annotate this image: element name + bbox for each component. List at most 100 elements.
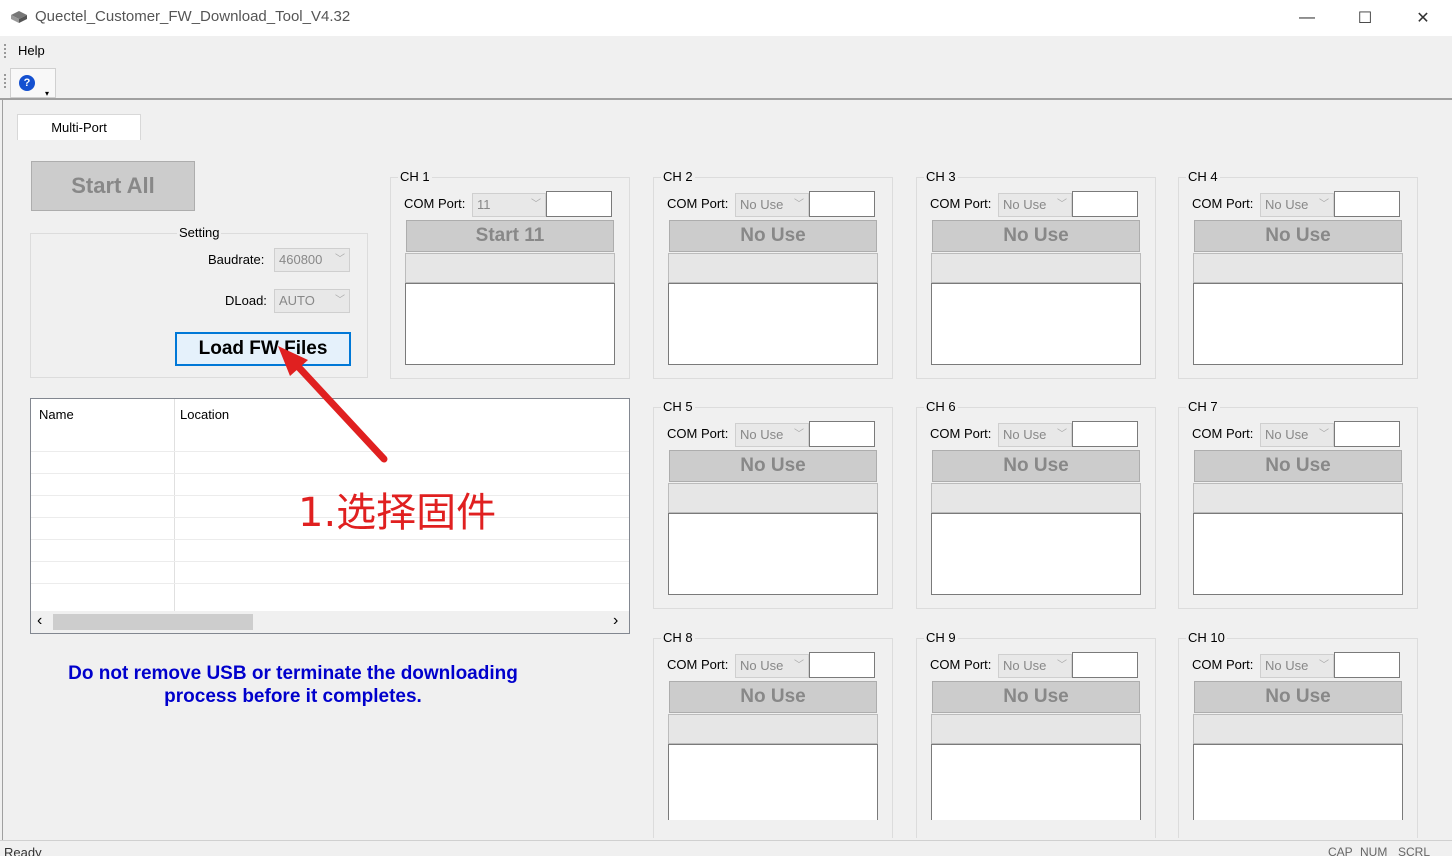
com-port-input[interactable] (1334, 652, 1400, 678)
chevron-down-icon: ﹀ (1057, 199, 1067, 210)
baudrate-select[interactable]: 460800 ﹀ (274, 248, 350, 272)
toolbar: ? ▾ (0, 64, 1452, 100)
channel-label: CH 10 (1186, 630, 1227, 645)
com-port-input[interactable] (1072, 421, 1138, 447)
menu-grip (4, 44, 6, 58)
com-port-label: COM Port: (1192, 657, 1254, 672)
channel-start-button[interactable]: No Use (932, 220, 1140, 252)
com-port-select[interactable]: No Use ﹀ (1260, 654, 1334, 678)
com-port-select[interactable]: No Use ﹀ (998, 654, 1072, 678)
chevron-down-icon: ﹀ (794, 429, 804, 440)
channel-log[interactable] (931, 513, 1141, 595)
setting-title: Setting (177, 225, 222, 240)
channel-start-button[interactable]: No Use (1194, 450, 1402, 482)
com-port-select[interactable]: No Use ﹀ (735, 193, 809, 217)
com-port-input[interactable] (809, 191, 875, 217)
channel-start-button[interactable]: No Use (932, 450, 1140, 482)
channel-log[interactable] (668, 283, 878, 365)
channel-log[interactable] (405, 283, 615, 365)
channel-start-button[interactable]: No Use (1194, 220, 1402, 252)
table-row (31, 561, 629, 562)
channel-log[interactable] (931, 283, 1141, 365)
com-port-select[interactable]: No Use ﹀ (998, 193, 1072, 217)
annotation-label: 1.选择固件 (298, 490, 497, 536)
channel-label: CH 2 (661, 169, 695, 184)
scroll-thumb[interactable] (53, 614, 253, 630)
com-port-input[interactable] (809, 421, 875, 447)
chevron-down-icon: ﹀ (335, 295, 345, 306)
chevron-down-icon: ﹀ (1057, 429, 1067, 440)
table-row (31, 451, 629, 452)
maximize-button[interactable]: ☐ (1342, 4, 1388, 32)
com-port-input[interactable] (1334, 191, 1400, 217)
com-port-select[interactable]: No Use ﹀ (1260, 423, 1334, 447)
com-port-select[interactable]: No Use ﹀ (998, 423, 1072, 447)
com-port-value: No Use (1003, 427, 1047, 442)
channel-start-button[interactable]: Start 11 (406, 220, 614, 252)
com-port-value: No Use (1003, 197, 1047, 212)
com-port-input[interactable] (809, 652, 875, 678)
com-port-select[interactable]: No Use ﹀ (735, 423, 809, 447)
channel-log[interactable] (668, 513, 878, 595)
channel-log[interactable] (1193, 744, 1403, 820)
channel-log[interactable] (1193, 283, 1403, 365)
com-port-input[interactable] (1072, 652, 1138, 678)
channel-progress-bar (405, 253, 615, 283)
chevron-down-icon: ﹀ (335, 254, 345, 265)
start-all-button[interactable]: Start All (31, 161, 195, 211)
chevron-down-icon: ﹀ (794, 199, 804, 210)
channel-log[interactable] (931, 744, 1141, 820)
status-bar: Ready CAP NUM SCRL (0, 840, 1452, 856)
channel-start-button[interactable]: No Use (669, 681, 877, 713)
chevron-down-icon: ﹀ (1319, 429, 1329, 440)
channel-label: CH 8 (661, 630, 695, 645)
column-name[interactable]: Name (39, 407, 74, 422)
com-port-input[interactable] (1072, 191, 1138, 217)
column-location[interactable]: Location (180, 407, 229, 422)
com-port-label: COM Port: (404, 196, 466, 211)
table-row (31, 583, 629, 584)
com-port-label: COM Port: (1192, 426, 1254, 441)
horizontal-scrollbar[interactable]: ‹ › (31, 611, 629, 633)
tab-multi-port[interactable]: Multi-Port (17, 114, 141, 140)
channel-label: CH 7 (1186, 399, 1220, 414)
com-port-value: No Use (1003, 658, 1047, 673)
com-port-select[interactable]: 11 ﹀ (472, 193, 546, 217)
channel-start-button[interactable]: No Use (669, 220, 877, 252)
com-port-value: No Use (1265, 658, 1309, 673)
com-port-label: COM Port: (667, 196, 729, 211)
channel-start-button[interactable]: No Use (1194, 681, 1402, 713)
channel-label: CH 9 (924, 630, 958, 645)
com-port-select[interactable]: No Use ﹀ (735, 654, 809, 678)
load-fw-files-button[interactable]: Load FW Files (175, 332, 351, 366)
title-bar: Quectel_Customer_FW_Download_Tool_V4.32 … (0, 0, 1452, 36)
channel-start-button[interactable]: No Use (932, 681, 1140, 713)
com-port-input[interactable] (1334, 421, 1400, 447)
client-area: Multi-Port Start All Setting Baudrate: 4… (2, 100, 1452, 840)
close-button[interactable]: ✕ (1400, 4, 1446, 32)
channel-log[interactable] (1193, 513, 1403, 595)
dload-select[interactable]: AUTO ﹀ (274, 289, 350, 313)
chevron-down-icon[interactable]: ▾ (45, 89, 49, 98)
channel-label: CH 1 (398, 169, 432, 184)
scroll-left-icon[interactable]: ‹ (37, 612, 42, 630)
status-text: Ready (4, 845, 42, 856)
minimize-button[interactable]: — (1284, 4, 1330, 32)
channel-progress-bar (931, 253, 1141, 283)
toolbar-help-button[interactable]: ? ▾ (10, 68, 56, 98)
toolbar-grip (4, 74, 6, 88)
channel-progress-bar (1193, 483, 1403, 513)
channel-start-button[interactable]: No Use (669, 450, 877, 482)
com-port-value: No Use (1265, 197, 1309, 212)
channel-log[interactable] (668, 744, 878, 820)
table-row (31, 539, 629, 540)
chevron-down-icon: ﹀ (1057, 660, 1067, 671)
window-title: Quectel_Customer_FW_Download_Tool_V4.32 (35, 8, 351, 25)
scroll-right-icon[interactable]: › (613, 612, 618, 630)
com-port-select[interactable]: No Use ﹀ (1260, 193, 1334, 217)
com-port-input[interactable] (546, 191, 612, 217)
channel-label: CH 3 (924, 169, 958, 184)
com-port-value: 11 (477, 197, 491, 212)
com-port-label: COM Port: (930, 196, 992, 211)
menu-help[interactable]: Help (18, 43, 45, 58)
